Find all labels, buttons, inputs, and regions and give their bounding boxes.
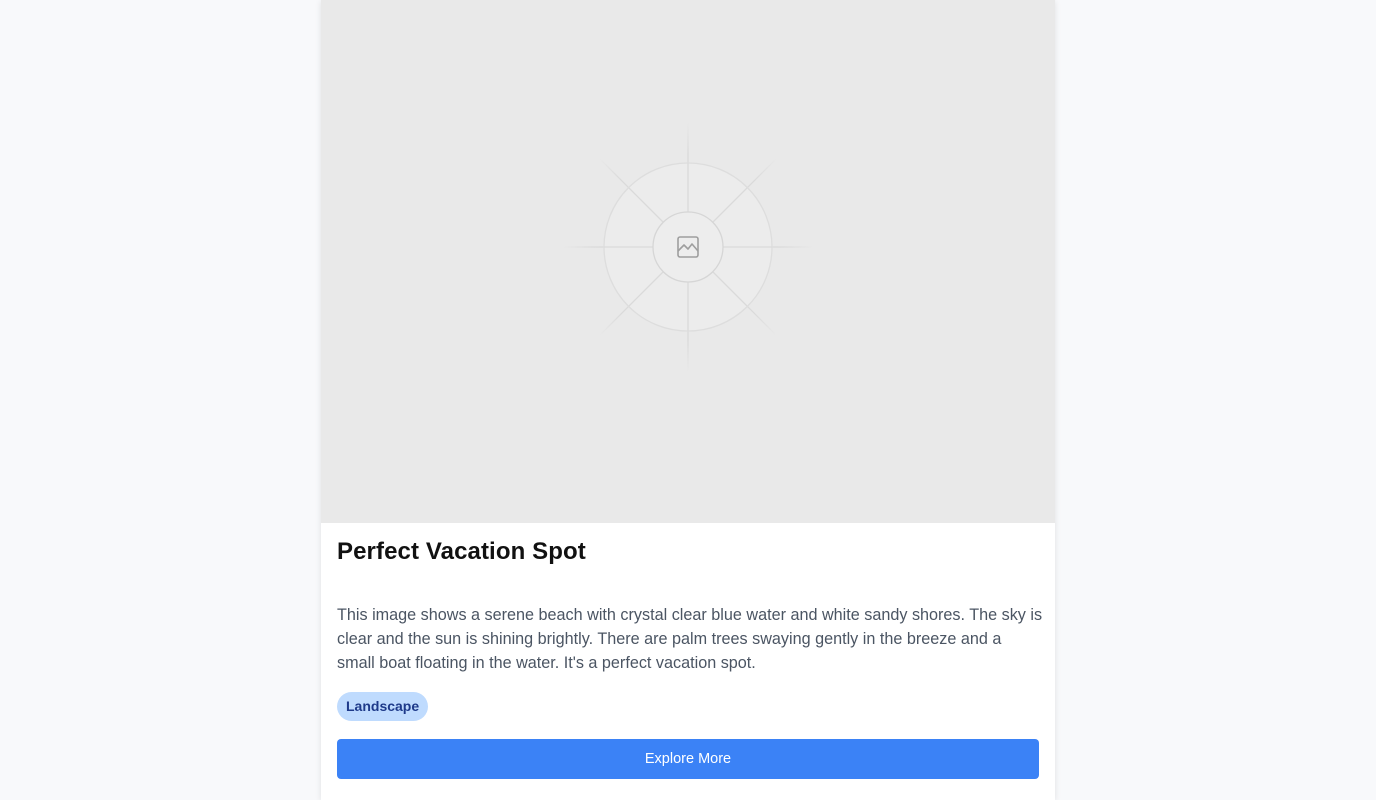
- explore-more-button[interactable]: Explore More: [337, 739, 1039, 779]
- image-placeholder: [321, 0, 1055, 523]
- placeholder-sunburst-graphic: [563, 122, 813, 372]
- card-description: This image shows a serene beach with cry…: [337, 606, 1043, 672]
- category-tag: Landscape: [337, 692, 429, 721]
- card-title: Perfect Vacation Spot: [337, 538, 586, 565]
- image-card: Perfect Vacation Spot This image shows a…: [321, 0, 1055, 800]
